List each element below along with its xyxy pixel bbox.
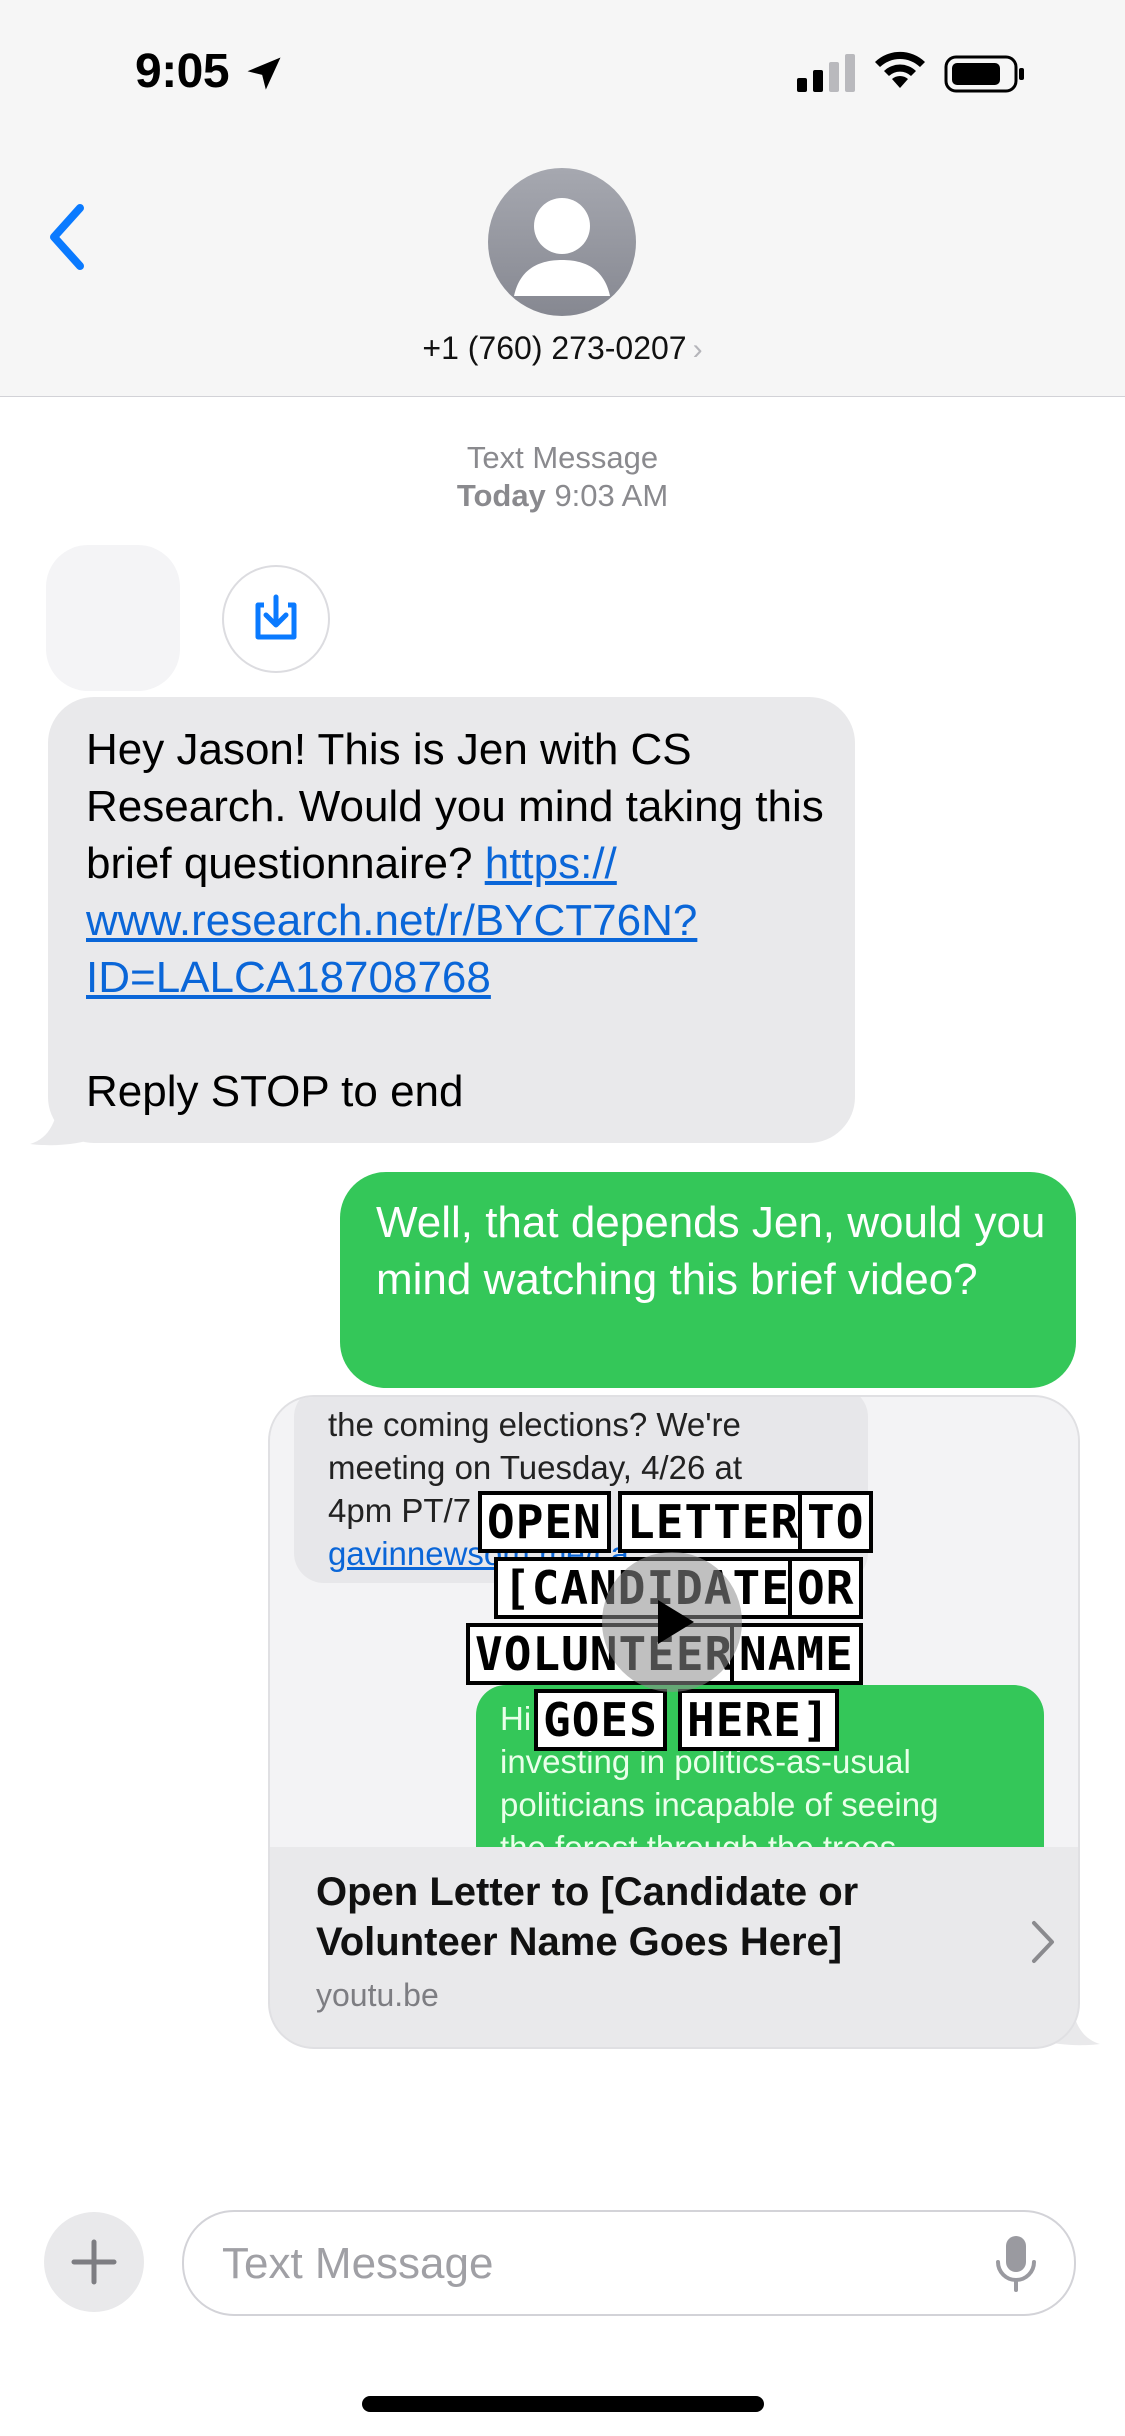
- thumb-in-line-2: meeting on Tuesday, 4/26 at: [328, 1449, 742, 1486]
- overlay-word: TO: [798, 1491, 874, 1553]
- thumb-out-line-1: Hi: [500, 1700, 532, 1737]
- compose-field[interactable]: [182, 2210, 1076, 2316]
- contact-phone[interactable]: +1 (760) 273-0207: [422, 330, 686, 366]
- overlay-word: NAME: [730, 1623, 863, 1685]
- play-video-button[interactable]: [602, 1552, 742, 1692]
- battery-icon: [944, 55, 1024, 93]
- timestamp-day: Today: [456, 478, 546, 513]
- play-icon: [658, 1600, 694, 1644]
- overlay-word: OR: [788, 1557, 864, 1619]
- overlay-word: OPEN: [478, 1491, 611, 1553]
- thumb-out-line-4: the forest through the trees: [500, 1826, 938, 1847]
- overlay-word: LETTER: [618, 1491, 809, 1553]
- chevron-right-icon: [1032, 1921, 1054, 1963]
- person-silhouette-icon: [514, 198, 610, 296]
- survey-link-id[interactable]: ID=LALCA18708768: [86, 953, 491, 1002]
- apps-plus-button[interactable]: [44, 2212, 144, 2312]
- message-type-label: Text Message: [466, 440, 659, 475]
- overlay-word: HERE]: [678, 1689, 840, 1751]
- overlay-word: GOES: [534, 1689, 667, 1751]
- status-time: 9:05: [135, 45, 230, 98]
- incoming-body: Hey Jason! This is Jen with CS Research.…: [86, 725, 824, 888]
- preview-title: Open Letter to [Candidate or Volunteer N…: [316, 1870, 859, 1964]
- contact-chevron-icon: ›: [692, 333, 703, 366]
- survey-link-cont[interactable]: www.research.net/r/BYCT76N?: [86, 896, 697, 945]
- location-arrow-icon: [247, 57, 281, 90]
- cellular-signal-icon: [797, 54, 855, 92]
- home-indicator[interactable]: [362, 2396, 764, 2412]
- timestamp-time: 9:03 AM: [554, 478, 669, 513]
- outgoing-message-bubble[interactable]: Well, that depends Jen, would you mind w…: [340, 1172, 1076, 1388]
- attachment-placeholder[interactable]: [46, 545, 180, 691]
- save-attachment-button[interactable]: [222, 565, 330, 673]
- wifi-icon: [875, 51, 925, 88]
- preview-domain: youtu.be: [316, 1977, 439, 2013]
- incoming-message-bubble[interactable]: Hey Jason! This is Jen with CS Research.…: [48, 697, 855, 1143]
- microphone-icon[interactable]: [990, 2234, 1042, 2294]
- message-input[interactable]: [220, 2234, 964, 2294]
- download-tray-icon: [255, 594, 297, 640]
- outgoing-message-text: Well, that depends Jen, would you mind w…: [376, 1198, 1046, 1304]
- incoming-message-text: Hey Jason! This is Jen with CS Research.…: [86, 721, 826, 1120]
- plus-icon: [71, 2239, 117, 2285]
- back-chevron-icon[interactable]: [42, 200, 92, 274]
- message-timestamp: Today 9:03 AM: [0, 478, 1125, 514]
- opt-out-text: Reply STOP to end: [86, 1067, 464, 1116]
- thumb-in-line-1: the coming elections? We're: [328, 1406, 741, 1443]
- thumb-out-line-3: politicians incapable of seeing: [500, 1786, 939, 1823]
- contact-name[interactable]: +1 (760) 273-0207 ›: [0, 330, 1125, 367]
- link-preview-card[interactable]: the coming elections? We're meeting on T…: [268, 1395, 1080, 2049]
- contact-avatar[interactable]: [488, 168, 636, 316]
- video-thumbnail[interactable]: the coming elections? We're meeting on T…: [270, 1397, 1078, 1847]
- survey-link[interactable]: https://: [485, 839, 617, 888]
